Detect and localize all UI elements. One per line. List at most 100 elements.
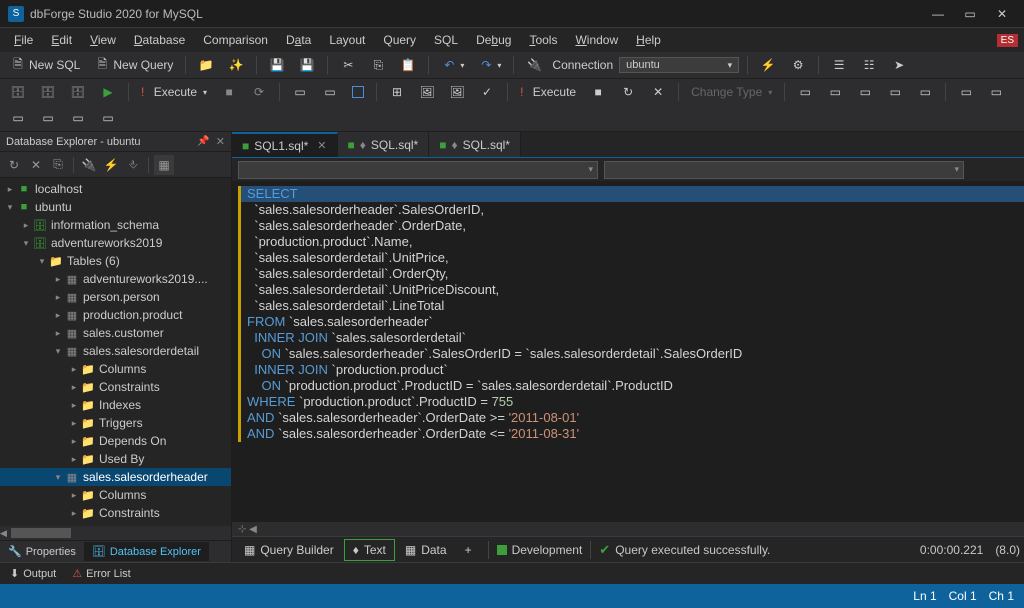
saveall-button[interactable]: 💾 [295, 55, 319, 75]
tree-tbl-product[interactable]: ▸▦production.product [0, 306, 231, 324]
explorer-scrollbar[interactable]: ◀ [0, 526, 231, 540]
tab-query-builder[interactable]: ▦Query Builder [236, 540, 342, 560]
menu-layout[interactable]: Layout [321, 31, 373, 49]
filter2-button[interactable]: ⚡ [101, 155, 121, 175]
menu-database[interactable]: Database [126, 31, 193, 49]
add-tab-button[interactable]: + [457, 540, 480, 560]
tb-btn-b[interactable]: ☷ [857, 55, 881, 75]
delete-button[interactable]: ✕ [26, 155, 46, 175]
tree-adventureworks[interactable]: ▾🗄adventureworks2019 [0, 234, 231, 252]
change-type-button[interactable]: Change Type▾ [687, 83, 776, 101]
tb2-btn-e[interactable]: 🖼 [415, 82, 439, 102]
undo-button[interactable]: ↶▾ [437, 55, 468, 75]
disconnect-button[interactable]: ⚡ [756, 55, 780, 75]
new-query-button[interactable]: 🗎New Query [90, 55, 177, 75]
tb2-m[interactable]: ▭ [984, 82, 1008, 102]
cut-button[interactable]: ✂ [336, 55, 360, 75]
tb2-l[interactable]: ▭ [954, 82, 978, 102]
tb2-q[interactable]: ▭ [96, 108, 120, 128]
language-badge[interactable]: ES [997, 34, 1018, 47]
tree-tbl-adv[interactable]: ▸▦adventureworks2019.... [0, 270, 231, 288]
editor-tab-1[interactable]: ■ SQL1.sql* ✕ [232, 132, 338, 157]
db-button-2[interactable]: 🗄 [36, 82, 60, 102]
tree-constraints-1[interactable]: ▸📁Constraints [0, 378, 231, 396]
tab-properties[interactable]: 🔧Properties [0, 542, 84, 561]
schema-dropdown[interactable]: ▾ [238, 161, 598, 179]
editor-tab-2[interactable]: ■ ♦ SQL.sql* [338, 132, 430, 157]
tb2-h[interactable]: ▭ [823, 82, 847, 102]
editor-scrollbar[interactable]: ⊹ ◀ [232, 522, 1024, 536]
tree-tbl-customer[interactable]: ▸▦sales.customer [0, 324, 231, 342]
tb2-o[interactable]: ▭ [36, 108, 60, 128]
tb2-p[interactable]: ▭ [66, 108, 90, 128]
tree-usedby[interactable]: ▸📁Used By [0, 450, 231, 468]
stop-button[interactable]: ■ [217, 82, 241, 102]
menu-window[interactable]: Window [567, 31, 626, 49]
save-button[interactable]: 💾 [265, 55, 289, 75]
tree-indexes[interactable]: ▸📁Indexes [0, 396, 231, 414]
close-button[interactable]: ✕ [988, 4, 1016, 24]
tab-text[interactable]: ♦Text [344, 539, 395, 561]
settings-button[interactable]: ⚙ [786, 55, 810, 75]
tb2-btn-c[interactable] [348, 84, 368, 100]
maximize-button[interactable]: ▭ [956, 4, 984, 24]
tab-db-explorer[interactable]: 🗄Database Explorer [84, 542, 209, 561]
menu-tools[interactable]: Tools [521, 31, 565, 49]
copy-tree-button[interactable]: ⎘ [48, 155, 68, 175]
tb2-btn-b[interactable]: ▭ [318, 82, 342, 102]
menu-file[interactable]: File [6, 31, 41, 49]
filter1-button[interactable]: 🔌 [79, 155, 99, 175]
tree-tbl-person[interactable]: ▸▦person.person [0, 288, 231, 306]
tab-close-icon[interactable]: ✕ [317, 139, 326, 152]
error-list-tab[interactable]: ⚠Error List [68, 565, 135, 582]
menu-view[interactable]: View [82, 31, 124, 49]
new-sql-button[interactable]: 🗎New SQL [6, 55, 84, 75]
tb2-i[interactable]: ▭ [853, 82, 877, 102]
redo-button[interactable]: ↷▾ [474, 55, 505, 75]
tb2-n[interactable]: ▭ [6, 108, 30, 128]
refresh-tree-button[interactable]: ↻ [4, 155, 24, 175]
tree-ubuntu[interactable]: ▾■ubuntu [0, 198, 231, 216]
execute2-button[interactable]: ! Execute [516, 83, 580, 101]
tb2-btn-a[interactable]: ▭ [288, 82, 312, 102]
tree-constraints-2[interactable]: ▸📁Constraints [0, 504, 231, 522]
object-dropdown[interactable]: ▾ [604, 161, 964, 179]
tb2-btn-d[interactable]: ⊞ [385, 82, 409, 102]
run-button[interactable]: ▶ [96, 82, 120, 102]
explorer-close-icon[interactable]: ✕ [216, 135, 225, 148]
tree-tbl-orderheader[interactable]: ▾▦sales.salesorderheader [0, 468, 231, 486]
menu-query[interactable]: Query [375, 31, 424, 49]
menu-debug[interactable]: Debug [468, 31, 519, 49]
tree-info-schema[interactable]: ▸🗄information_schema [0, 216, 231, 234]
editor-tab-3[interactable]: ■ ♦ SQL.sql* [429, 132, 521, 157]
tool-button-1[interactable]: ✨ [224, 55, 248, 75]
tree-triggers[interactable]: ▸📁Triggers [0, 414, 231, 432]
tb-btn-c[interactable]: ➤ [887, 55, 911, 75]
pin-icon[interactable]: 📌 [197, 136, 209, 147]
refresh-button[interactable]: ⟳ [247, 82, 271, 102]
tb2-j[interactable]: ▭ [883, 82, 907, 102]
folder-button[interactable]: 📁 [194, 55, 218, 75]
tb-btn-a[interactable]: ☰ [827, 55, 851, 75]
tree-tbl-orderdetail[interactable]: ▾▦sales.salesorderdetail [0, 342, 231, 360]
spell-button[interactable]: ✓ [475, 82, 499, 102]
cancel-button[interactable]: ✕ [646, 82, 670, 102]
sql-code-editor[interactable]: SELECT `sales.salesorderheader`.SalesOrd… [232, 182, 1024, 522]
menu-sql[interactable]: SQL [426, 31, 466, 49]
output-tab[interactable]: ⬇Output [6, 565, 60, 582]
execute-button[interactable]: ! Execute▾ [137, 83, 211, 101]
connection-dropdown[interactable]: ubuntu▾ [619, 57, 739, 73]
refresh2-button[interactable]: ↻ [616, 82, 640, 102]
tree-localhost[interactable]: ▸■localhost [0, 180, 231, 198]
copy-button[interactable]: ⎘ [366, 55, 390, 75]
minimize-button[interactable]: — [924, 4, 952, 24]
connection-wizard-button[interactable]: 🔌 [522, 55, 546, 75]
tb2-btn-f[interactable]: 🖼 [445, 82, 469, 102]
filter4-button[interactable]: ▦ [154, 155, 174, 175]
menu-help[interactable]: Help [628, 31, 669, 49]
filter3-button[interactable]: ⎀ [123, 155, 143, 175]
menu-edit[interactable]: Edit [43, 31, 80, 49]
tb2-k[interactable]: ▭ [913, 82, 937, 102]
paste-button[interactable]: 📋 [396, 55, 420, 75]
menu-comparison[interactable]: Comparison [195, 31, 276, 49]
